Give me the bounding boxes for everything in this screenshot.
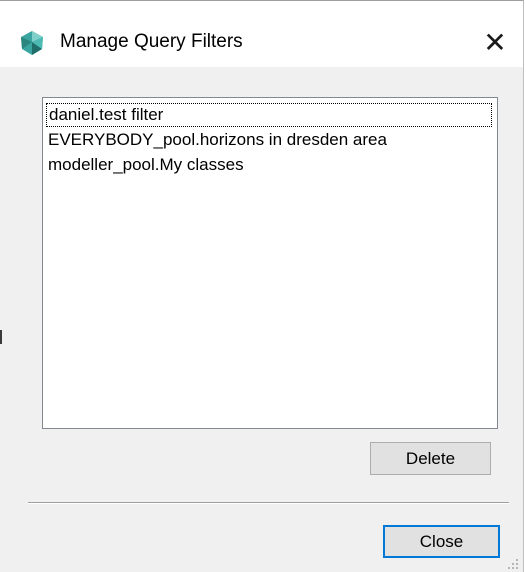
- list-item[interactable]: modeller_pool.My classes: [46, 153, 244, 177]
- close-button[interactable]: Close: [383, 525, 500, 558]
- background-edge-mark: [0, 330, 2, 344]
- query-filters-list[interactable]: daniel.test filter EVERYBODY_pool.horizo…: [42, 97, 498, 429]
- list-item[interactable]: daniel.test filter: [46, 103, 492, 127]
- title-bar: Manage Query Filters ✕: [0, 1, 523, 67]
- list-item[interactable]: EVERYBODY_pool.horizons in dresden area: [46, 128, 387, 152]
- resize-grip-icon[interactable]: [507, 558, 519, 570]
- separator-line: [28, 502, 509, 504]
- close-window-icon[interactable]: ✕: [477, 25, 513, 61]
- window-title: Manage Query Filters: [60, 31, 243, 52]
- delete-button[interactable]: Delete: [370, 442, 491, 475]
- manage-query-filters-dialog: Manage Query Filters ✕ daniel.test filte…: [0, 0, 524, 572]
- close-button-label: Close: [419, 532, 464, 551]
- app-logo-icon: [21, 31, 43, 55]
